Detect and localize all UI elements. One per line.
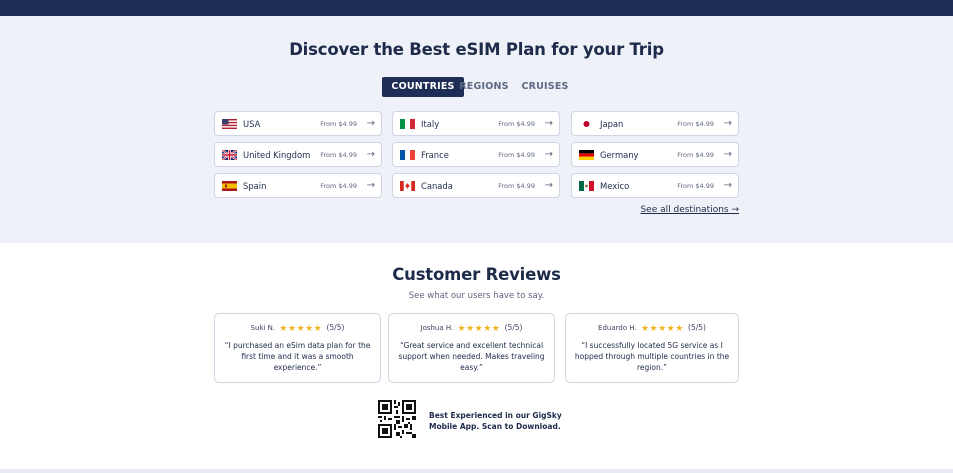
destination-card-germany[interactable]: Germany From $4.99 → xyxy=(571,142,739,167)
country-name: Italy xyxy=(421,119,440,129)
france-flag-icon xyxy=(400,150,415,160)
japan-flag-icon xyxy=(579,119,594,129)
review-rating: (5/5) xyxy=(688,323,706,332)
tab-countries[interactable]: COUNTRIES xyxy=(382,77,464,97)
price-label: From $4.99 xyxy=(320,182,357,190)
price-label: From $4.99 xyxy=(677,151,714,159)
reviews-section: Customer Reviews See what our users have… xyxy=(0,243,953,469)
star-rating-icon: ★★★★★ xyxy=(640,324,684,334)
arrow-right-icon: → xyxy=(723,118,732,129)
germany-flag-icon xyxy=(579,150,594,160)
destination-tabs: COUNTRIES REGIONS CRUISES xyxy=(0,77,953,97)
review-text: “I successfully located 5G service as I … xyxy=(574,341,730,372)
arrow-right-icon: → xyxy=(723,180,732,191)
page-bottom-strip xyxy=(0,469,953,473)
country-name: Spain xyxy=(243,181,267,191)
review-text: “Great service and excellent technical s… xyxy=(398,341,545,372)
country-name: Germany xyxy=(600,150,639,160)
country-name: Mexico xyxy=(600,181,630,191)
arrow-right-icon: → xyxy=(366,180,375,191)
review-author: Joshua H. xyxy=(420,324,454,332)
destination-card-canada[interactable]: Canada From $4.99 → xyxy=(392,173,560,198)
star-rating-icon: ★★★★★ xyxy=(279,324,323,334)
country-name: Japan xyxy=(600,119,624,129)
destination-card-italy[interactable]: Italy From $4.99 → xyxy=(392,111,560,136)
price-label: From $4.99 xyxy=(320,120,357,128)
country-name: United Kingdom xyxy=(243,150,311,160)
arrow-right-icon: → xyxy=(366,118,375,129)
arrow-right-icon: → xyxy=(544,118,553,129)
see-all-destinations-link[interactable]: See all destinations → xyxy=(640,205,739,215)
top-nav-bar xyxy=(0,0,953,16)
canada-flag-icon xyxy=(400,181,415,191)
review-card: Joshua H. ★★★★★ (5/5) “Great service and… xyxy=(388,313,555,383)
spain-flag-icon xyxy=(222,181,237,191)
price-label: From $4.99 xyxy=(677,182,714,190)
qr-code-icon[interactable] xyxy=(378,400,416,438)
destination-card-france[interactable]: France From $4.99 → xyxy=(392,142,560,167)
price-label: From $4.99 xyxy=(498,151,535,159)
mexico-flag-icon xyxy=(579,181,594,191)
destinations-section: Discover the Best eSIM Plan for your Tri… xyxy=(0,16,953,243)
price-label: From $4.99 xyxy=(498,120,535,128)
destination-card-united-kingdom[interactable]: United Kingdom From $4.99 → xyxy=(214,142,382,167)
italy-flag-icon xyxy=(400,119,415,129)
destination-card-usa[interactable]: USA From $4.99 → xyxy=(214,111,382,136)
review-header: Joshua H. ★★★★★ (5/5) xyxy=(389,323,554,334)
review-author: Suki N. xyxy=(250,324,276,332)
country-name: USA xyxy=(243,119,261,129)
country-name: France xyxy=(421,150,449,160)
app-download-text: Best Experienced in our GigSky Mobile Ap… xyxy=(429,411,562,431)
price-label: From $4.99 xyxy=(677,120,714,128)
uk-flag-icon xyxy=(222,150,237,160)
review-header: Eduardo H. ★★★★★ (5/5) xyxy=(566,323,738,334)
arrow-right-icon: → xyxy=(544,149,553,160)
price-label: From $4.99 xyxy=(498,182,535,190)
tab-regions[interactable]: REGIONS xyxy=(458,77,510,97)
us-flag-icon xyxy=(222,119,237,129)
country-name: Canada xyxy=(421,181,453,191)
review-card: Suki N. ★★★★★ (5/5) “I purchased an eSim… xyxy=(214,313,381,383)
destination-card-mexico[interactable]: Mexico From $4.99 → xyxy=(571,173,739,198)
review-rating: (5/5) xyxy=(504,323,523,332)
star-rating-icon: ★★★★★ xyxy=(457,324,501,334)
destination-card-japan[interactable]: Japan From $4.99 → xyxy=(571,111,739,136)
review-header: Suki N. ★★★★★ (5/5) xyxy=(215,323,380,334)
destination-card-spain[interactable]: Spain From $4.99 → xyxy=(214,173,382,198)
reviews-subtitle: See what our users have to say. xyxy=(408,291,545,301)
destinations-title: Discover the Best eSIM Plan for your Tri… xyxy=(289,40,664,59)
arrow-right-icon: → xyxy=(723,149,732,160)
price-label: From $4.99 xyxy=(320,151,357,159)
review-card: Eduardo H. ★★★★★ (5/5) “I successfully l… xyxy=(565,313,739,383)
review-text: “I purchased an eSim data plan for the f… xyxy=(224,341,371,372)
review-rating: (5/5) xyxy=(326,323,345,332)
arrow-right-icon: → xyxy=(366,149,375,160)
review-author: Eduardo H. xyxy=(598,324,637,332)
reviews-title: Customer Reviews xyxy=(392,265,561,284)
tab-cruises[interactable]: CRUISES xyxy=(519,77,571,97)
arrow-right-icon: → xyxy=(544,180,553,191)
